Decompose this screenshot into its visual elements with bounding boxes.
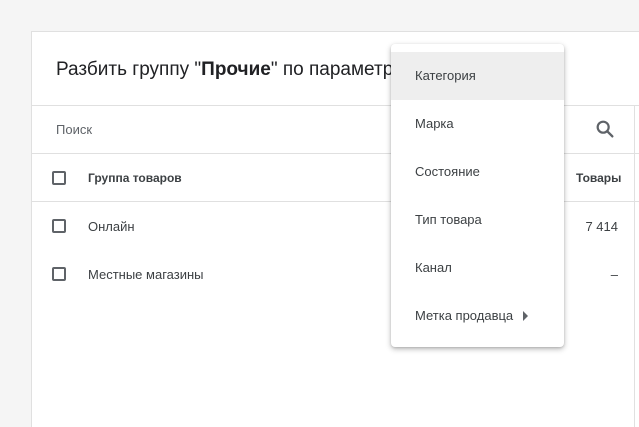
row-checkbox[interactable] [52, 267, 66, 281]
chevron-right-icon [523, 310, 529, 321]
menu-item-category[interactable]: Категория [391, 52, 564, 100]
row-group-name[interactable]: Онлайн [88, 219, 135, 234]
row-group-name[interactable]: Местные магазины [88, 267, 203, 282]
menu-item-label: Марка [415, 116, 454, 131]
menu-item-label: Канал [415, 260, 452, 275]
row-products-count: – [610, 267, 618, 282]
menu-item-product-type[interactable]: Тип товара [391, 196, 564, 244]
split-by-dropdown-menu: Категория Марка Состояние Тип товара Кан… [391, 44, 564, 347]
menu-item-label: Тип товара [415, 212, 482, 227]
menu-item-label: Метка продавца [415, 308, 514, 323]
title-suffix: " по параметру: [270, 59, 408, 80]
header-product-group[interactable]: Группа товаров [88, 171, 182, 185]
menu-item-brand[interactable]: Марка [391, 100, 564, 148]
header-products[interactable]: Товары [576, 171, 621, 185]
search-input[interactable]: Поиск [56, 122, 92, 137]
title-group-name: Прочие [201, 59, 271, 80]
select-all-checkbox[interactable] [52, 171, 66, 185]
menu-item-custom-label[interactable]: Метка продавца [391, 292, 564, 340]
row-products-count: 7 414 [585, 219, 618, 234]
menu-item-channel[interactable]: Канал [391, 244, 564, 292]
menu-item-condition[interactable]: Состояние [391, 148, 564, 196]
menu-item-label: Категория [415, 68, 476, 83]
row-checkbox[interactable] [52, 219, 66, 233]
column-divider [634, 105, 635, 427]
panel-title: Разбить группу "Прочие" по параметру: [56, 59, 408, 81]
search-icon[interactable] [594, 118, 616, 140]
title-prefix: Разбить группу " [56, 59, 202, 80]
menu-item-label: Состояние [415, 164, 480, 179]
